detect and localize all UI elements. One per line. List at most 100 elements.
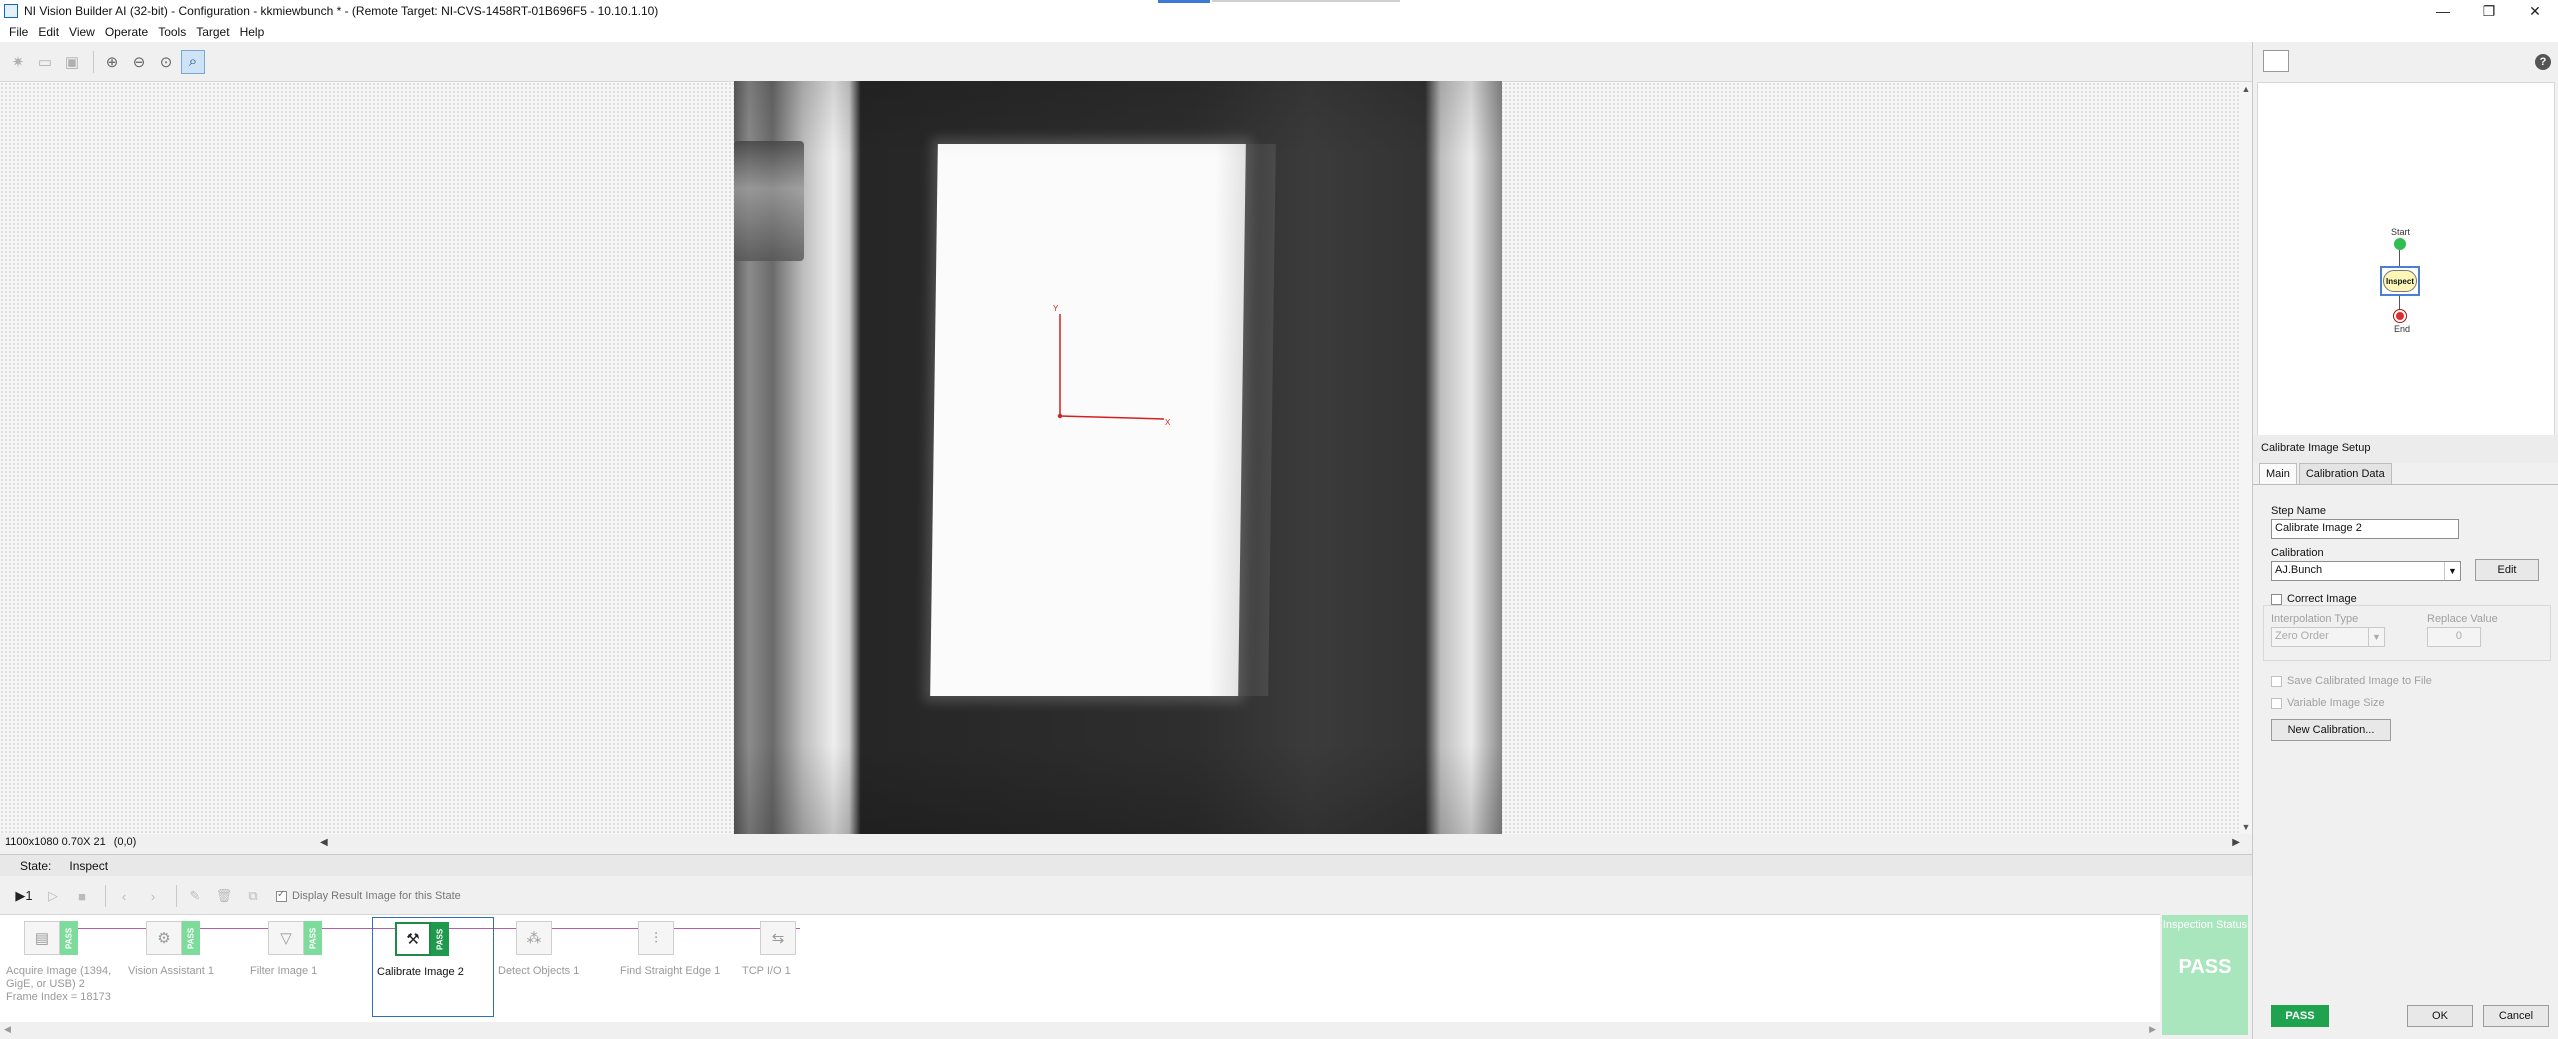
step-filter-image[interactable]: ▽ PASS Filter Image 1 xyxy=(246,917,368,1017)
close-button[interactable]: ✕ xyxy=(2512,0,2558,22)
flow-end-node[interactable] xyxy=(2394,310,2406,322)
axis-origin xyxy=(1057,413,1063,419)
menu-file[interactable]: File xyxy=(4,25,33,39)
menu-target[interactable]: Target xyxy=(191,25,234,39)
tab-main[interactable]: Main xyxy=(2259,463,2297,484)
menu-help[interactable]: Help xyxy=(235,25,270,39)
run-once-icon[interactable]: ▶1 xyxy=(12,885,36,907)
correct-image-label: Correct Image xyxy=(2287,593,2357,605)
step-caption: TCP I/O 1 xyxy=(742,965,791,977)
display-result-option[interactable]: Display Result Image for this State xyxy=(276,889,461,902)
menu-operate[interactable]: Operate xyxy=(100,25,153,39)
inspection-status-title: Inspection Status xyxy=(2162,919,2248,931)
folder-icon[interactable]: ▭ xyxy=(33,50,57,74)
main-toolbar: ✷ ▭ ▣ ⊕ ⊖ ⊙ ⌕ xyxy=(0,42,2252,82)
flow-inspect-label: Inspect xyxy=(2383,270,2417,292)
chevron-down-icon: ▼ xyxy=(2368,628,2384,646)
zoom-out-icon[interactable]: ⊖ xyxy=(127,50,151,74)
image-coords: (0,0) xyxy=(113,836,137,848)
ok-button[interactable]: OK xyxy=(2407,1005,2473,1027)
setup-tabs: Main Calibration Data xyxy=(2253,463,2558,485)
sun-icon[interactable]: ✷ xyxy=(6,50,30,74)
edit-step-icon[interactable]: ✎ xyxy=(183,885,207,907)
restore-button[interactable]: ❐ xyxy=(2466,0,2512,22)
variable-size-option[interactable]: Variable Image Size xyxy=(2271,697,2385,709)
detect-objects-icon: ⁂ xyxy=(516,921,552,955)
state-bar: State: Inspect xyxy=(0,854,2252,876)
replace-value-input[interactable]: 0 xyxy=(2427,627,2481,647)
calibration-value: AJ.Bunch xyxy=(2275,564,2323,576)
delete-step-icon[interactable]: 🗑 xyxy=(212,885,236,907)
vision-assistant-icon: ⚙ xyxy=(146,921,182,955)
pass-indicator: PASS xyxy=(2271,1005,2329,1027)
flow-end-label: End xyxy=(2394,324,2411,334)
inspection-steps: ▤ PASS Acquire Image (1394, GigE, or USB… xyxy=(0,914,2160,1022)
step-calibrate-image[interactable]: ⚒ PASS Calibrate Image 2 xyxy=(372,917,494,1017)
right-panel: ? Start Inspect End ▼ ◀▶ Calibrate Image… xyxy=(2252,42,2558,1039)
step-caption: Vision Assistant 1 xyxy=(128,965,215,977)
step-detect-objects[interactable]: ⁂ Detect Objects 1 xyxy=(494,917,616,1017)
next-step-icon[interactable]: › xyxy=(141,885,165,907)
variable-size-checkbox[interactable] xyxy=(2271,697,2282,709)
camera-icon: ▤ xyxy=(24,921,60,955)
layout-icon[interactable] xyxy=(2263,50,2289,72)
menu-edit[interactable]: Edit xyxy=(33,25,64,39)
step-caption: Find Straight Edge 1 xyxy=(620,965,721,977)
help-icon[interactable]: ? xyxy=(2535,54,2551,70)
stop-icon[interactable]: ■ xyxy=(70,885,94,907)
step-pass-badge: PASS xyxy=(182,921,200,955)
calibration-axes: Y X xyxy=(1053,304,1171,427)
canvas-horizontal-scrollbar[interactable]: ◀ ▶ xyxy=(320,835,2240,849)
save-calibrated-label: Save Calibrated Image to File xyxy=(2287,675,2432,687)
step-tcp-io[interactable]: ⇆ TCP I/O 1 xyxy=(738,917,860,1017)
zoom-in-icon[interactable]: ⊕ xyxy=(100,50,124,74)
image-info: 1100x1080 0.70X 21 xyxy=(5,836,106,848)
display-result-label: Display Result Image for this State xyxy=(292,890,461,902)
correct-image-option[interactable]: Correct Image xyxy=(2271,593,2357,605)
axis-x-label: X xyxy=(1165,418,1171,427)
minimize-button[interactable]: — xyxy=(2420,0,2466,22)
save-icon[interactable]: ▣ xyxy=(60,50,84,74)
duplicate-step-icon[interactable]: ⧉ xyxy=(241,885,265,907)
zoom-select-icon[interactable]: ⌕ xyxy=(181,49,205,74)
calibration-label: Calibration xyxy=(2271,547,2324,559)
save-calibrated-option[interactable]: Save Calibrated Image to File xyxy=(2271,675,2432,687)
inspection-toolbar: ▶1 ▷ ■ ‹ › ✎ 🗑 ⧉ Display Result Image fo… xyxy=(0,876,2252,916)
state-diagram[interactable]: Start Inspect End ▼ ◀▶ xyxy=(2257,82,2555,460)
run-icon[interactable]: ▷ xyxy=(41,885,65,907)
camera-image[interactable]: Y X xyxy=(734,81,1502,835)
right-panel-toolbar: ? xyxy=(2253,42,2558,82)
step-pass-badge: PASS xyxy=(304,921,322,955)
display-result-checkbox[interactable] xyxy=(276,889,287,902)
edit-button[interactable]: Edit xyxy=(2475,559,2539,581)
axis-y-label: Y xyxy=(1053,304,1059,313)
axis-x-line xyxy=(1059,415,1165,420)
interpolation-select[interactable]: Zero Order ▼ xyxy=(2271,627,2385,647)
calibration-select[interactable]: AJ.Bunch ▼ xyxy=(2271,561,2461,581)
step-acquire-image[interactable]: ▤ PASS Acquire Image (1394, GigE, or USB… xyxy=(2,917,124,1017)
menu-view[interactable]: View xyxy=(64,25,100,39)
step-find-straight-edge[interactable]: ⫶ Find Straight Edge 1 xyxy=(616,917,738,1017)
state-value: Inspect xyxy=(69,858,109,873)
canvas-vertical-scrollbar[interactable]: ▲ ▼ xyxy=(2240,82,2252,834)
straight-edge-icon: ⫶ xyxy=(638,921,674,955)
zoom-fit-icon[interactable]: ⊙ xyxy=(154,50,178,74)
steps-horizontal-scrollbar[interactable]: ◀ ▶ xyxy=(0,1022,2160,1036)
tab-calibration-data[interactable]: Calibration Data xyxy=(2298,463,2392,484)
cancel-button[interactable]: Cancel xyxy=(2483,1005,2549,1027)
flow-start-node[interactable] xyxy=(2394,238,2406,250)
menu-tools[interactable]: Tools xyxy=(153,25,191,39)
step-caption: Acquire Image (1394, GigE, or USB) 2 Fra… xyxy=(6,965,112,1003)
replace-value: 0 xyxy=(2455,630,2462,642)
app-icon xyxy=(4,4,18,18)
correct-image-checkbox[interactable] xyxy=(2271,593,2282,605)
flow-inspect-node[interactable]: Inspect xyxy=(2380,266,2420,296)
step-name-input[interactable]: Calibrate Image 2 xyxy=(2271,519,2459,539)
new-calibration-button[interactable]: New Calibration... xyxy=(2271,719,2391,741)
setup-title: Calibrate Image Setup xyxy=(2253,435,2558,463)
save-calibrated-checkbox[interactable] xyxy=(2271,675,2282,687)
previous-step-icon[interactable]: ‹ xyxy=(112,885,136,907)
step-vision-assistant[interactable]: ⚙ PASS Vision Assistant 1 xyxy=(124,917,246,1017)
title-accent-secondary xyxy=(1212,0,1400,2)
filter-icon: ▽ xyxy=(268,921,304,955)
